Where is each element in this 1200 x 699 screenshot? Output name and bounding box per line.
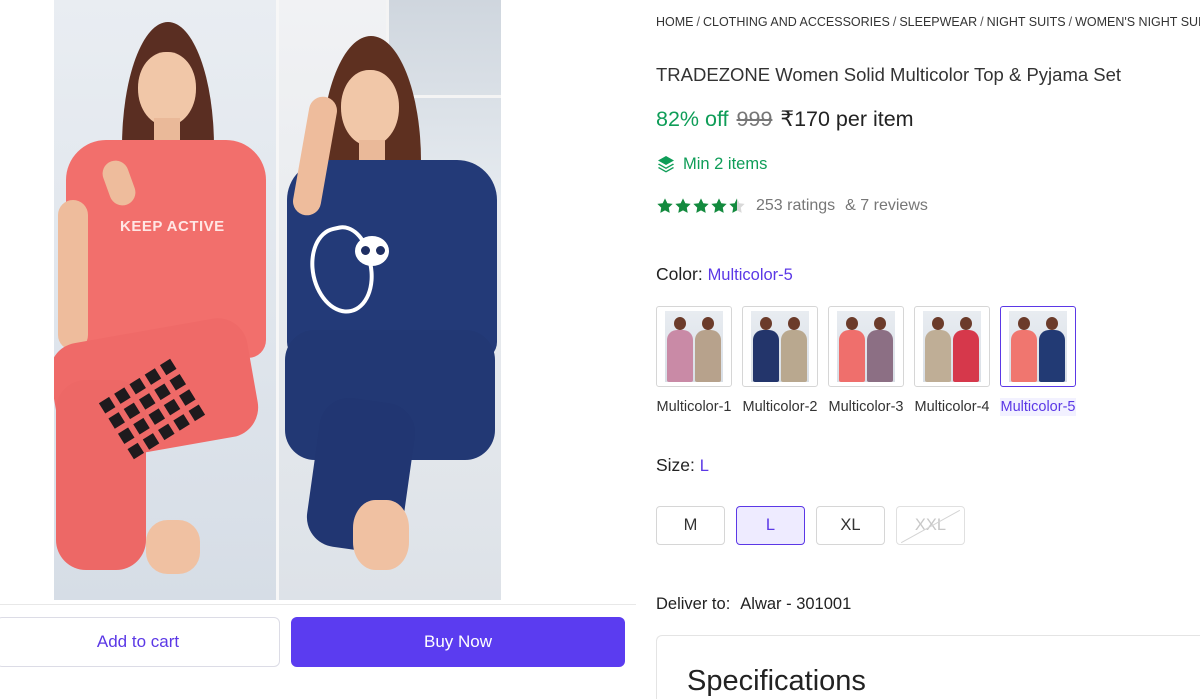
- selected-size: L: [699, 457, 709, 475]
- discount-percent: 82% off: [656, 107, 729, 131]
- add-to-cart-button[interactable]: Add to cart: [0, 617, 280, 667]
- specifications-card: Specifications: [656, 635, 1200, 699]
- color-swatch-label: Multicolor-4: [914, 399, 990, 415]
- deliver-label: Deliver to:: [656, 595, 731, 613]
- product-image[interactable]: KEEP ACTIVE: [54, 0, 501, 600]
- star-icon: [711, 198, 727, 213]
- size-options: M L XL XXL: [656, 506, 965, 545]
- delivery-info: Deliver to: Alwar - 301001: [656, 595, 851, 614]
- price-row: 82% off 999 ₹170 per item: [656, 107, 914, 132]
- min-order-info: Min 2 items: [656, 154, 767, 174]
- color-swatch-thumbnail[interactable]: [742, 306, 818, 387]
- delivery-location[interactable]: Alwar - 301001: [740, 595, 851, 614]
- color-swatch-thumbnail[interactable]: [656, 306, 732, 387]
- color-label-text: Color:: [656, 264, 703, 284]
- product-gallery: KEEP ACTIVE: [0, 0, 636, 604]
- specifications-title: Specifications: [687, 665, 866, 697]
- breadcrumb-sleepwear[interactable]: SLEEPWEAR: [899, 15, 977, 29]
- product-details: HOME / CLOTHING AND ACCESSORIES / SLEEPWEAR /…: [656, 0, 1200, 699]
- layers-icon: [656, 154, 676, 174]
- selling-price: ₹170 per item: [780, 107, 914, 131]
- breadcrumb-home[interactable]: HOME: [656, 15, 694, 29]
- buy-now-button[interactable]: Buy Now: [291, 617, 625, 667]
- rating-row: 253 ratings & 7 reviews: [656, 197, 928, 215]
- color-label: Color: Multicolor-5: [656, 264, 793, 285]
- model-coral-outfit: KEEP ACTIVE: [54, 0, 276, 600]
- breadcrumb-night-suits[interactable]: NIGHT SUITS: [987, 15, 1066, 29]
- shirt-print-text: KEEP ACTIVE: [120, 218, 225, 235]
- size-option-xxl: XXL: [896, 506, 965, 545]
- breadcrumb-womens-night-suits[interactable]: WOMEN'S NIGHT SUITS: [1075, 15, 1200, 29]
- color-swatches: Multicolor-1 Multicolor-2 Multicolor-3 Mult…: [656, 306, 1076, 416]
- color-swatch[interactable]: Multicolor-5: [1000, 306, 1076, 416]
- color-swatch-thumbnail[interactable]: [1000, 306, 1076, 387]
- star-icon: [657, 198, 673, 213]
- size-label-text: Size:: [656, 455, 695, 475]
- selected-color: Multicolor-5: [707, 266, 793, 284]
- color-swatch-thumbnail[interactable]: [914, 306, 990, 387]
- color-swatch-label: Multicolor-3: [828, 399, 904, 415]
- star-rating: [656, 197, 746, 215]
- breadcrumb-clothing[interactable]: CLOTHING AND ACCESSORIES: [703, 15, 890, 29]
- min-items-text: Min 2 items: [683, 154, 768, 173]
- color-swatch[interactable]: Multicolor-4: [914, 306, 990, 416]
- ratings-count[interactable]: 253 ratings: [756, 197, 835, 215]
- model-navy-outfit: [279, 0, 501, 600]
- color-swatch[interactable]: Multicolor-2: [742, 306, 818, 416]
- product-title: TRADEZONE Women Solid Multicolor Top & P…: [656, 64, 1122, 85]
- size-option-xl[interactable]: XL: [816, 506, 885, 545]
- size-label: Size: L: [656, 455, 709, 476]
- color-swatch-label: Multicolor-1: [656, 399, 732, 415]
- size-option-m[interactable]: M: [656, 506, 725, 545]
- size-option-l[interactable]: L: [736, 506, 805, 545]
- star-icon: [675, 198, 691, 213]
- breadcrumb: HOME / CLOTHING AND ACCESSORIES / SLEEPWEAR /…: [656, 15, 1200, 29]
- color-swatch[interactable]: Multicolor-3: [828, 306, 904, 416]
- star-icon: [693, 198, 709, 213]
- color-swatch-thumbnail[interactable]: [828, 306, 904, 387]
- color-swatch[interactable]: Multicolor-1: [656, 306, 732, 416]
- color-swatch-label: Multicolor-2: [742, 399, 818, 415]
- reviews-count[interactable]: & 7 reviews: [845, 197, 928, 215]
- half-star-icon: [729, 198, 745, 213]
- action-bar: Add to cart Buy Now: [0, 604, 636, 699]
- color-swatch-label: Multicolor-5: [1000, 398, 1076, 416]
- original-price: 999: [736, 107, 773, 131]
